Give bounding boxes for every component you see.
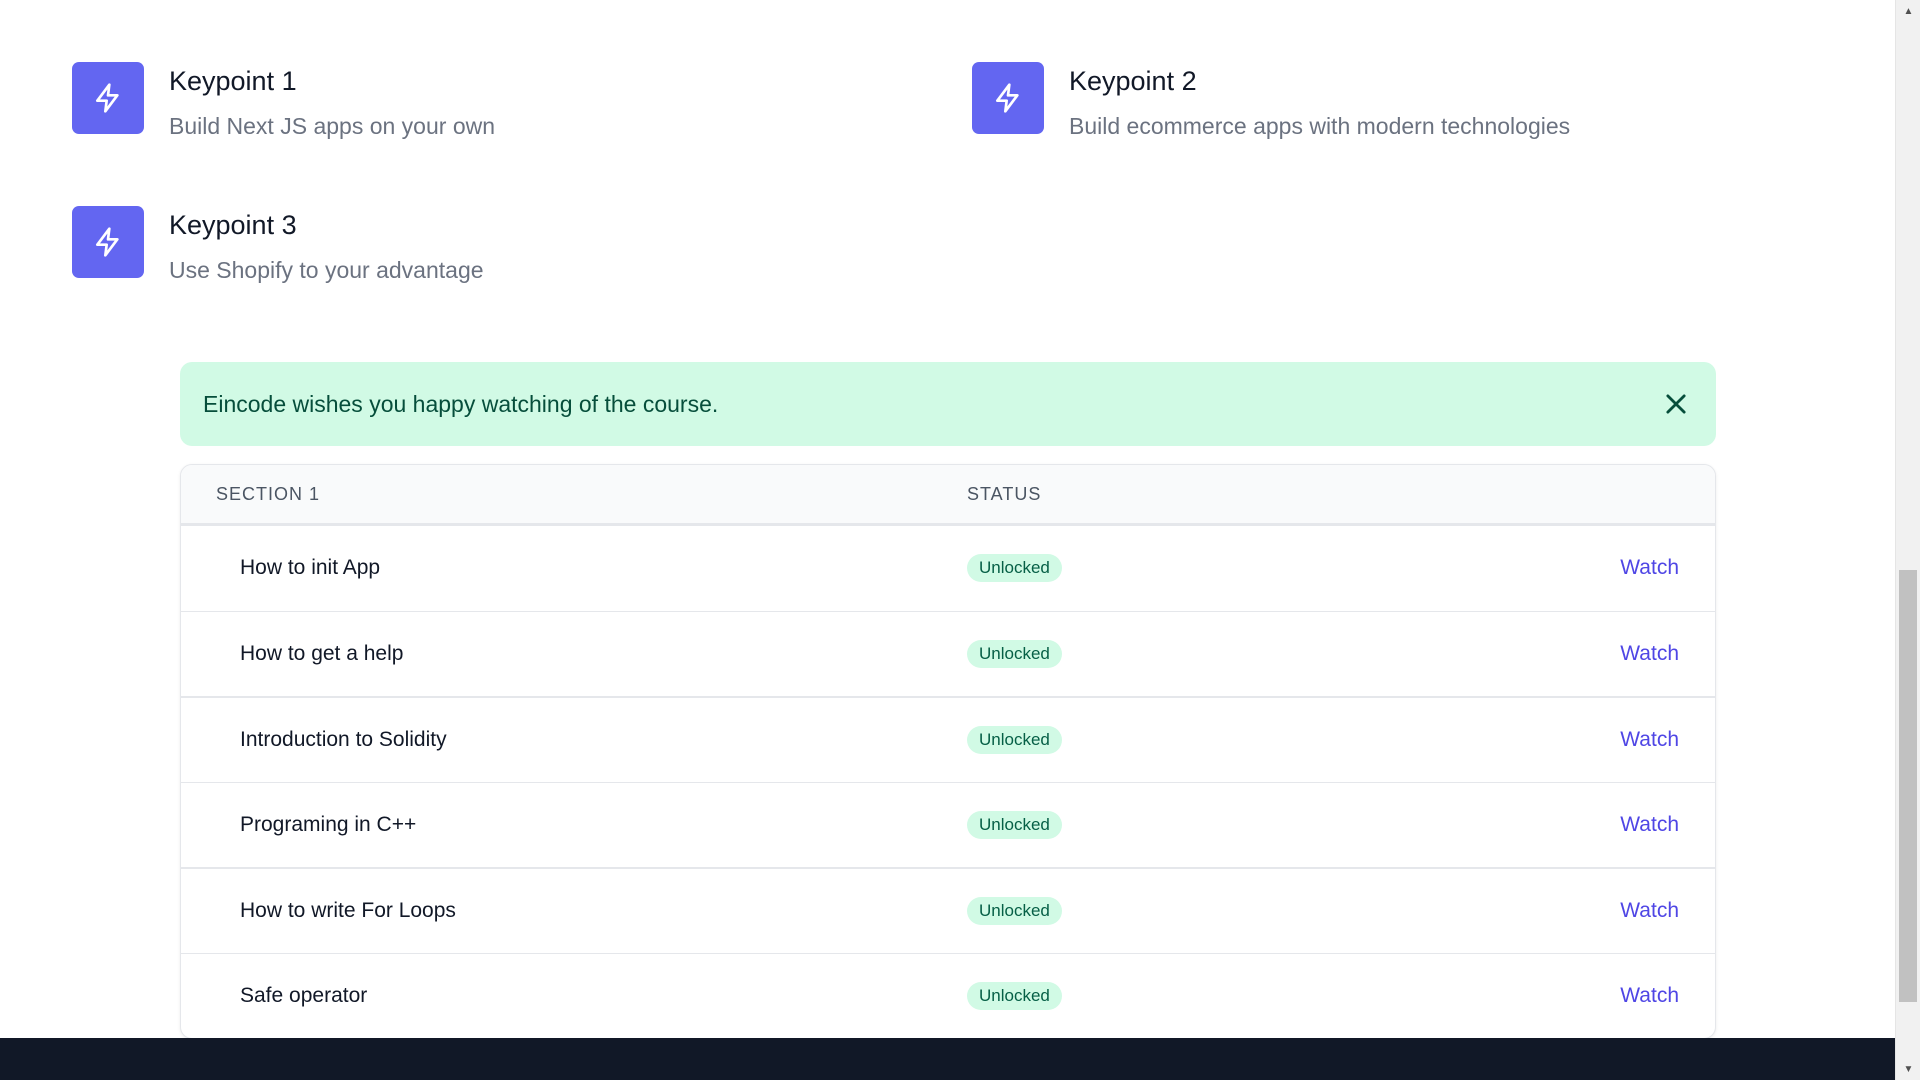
watch-link[interactable]: Watch (1620, 728, 1679, 751)
lecture-title: How to get a help (240, 641, 404, 665)
status-badge: Unlocked (967, 725, 1062, 754)
lightning-bolt-icon (972, 62, 1044, 134)
watch-link[interactable]: Watch (1620, 899, 1679, 922)
status-badge: Unlocked (967, 981, 1062, 1010)
table-row: How to init App Unlocked Watch (181, 525, 1715, 611)
scrollbar-thumb[interactable] (1899, 570, 1917, 1002)
page-footer (0, 1038, 1895, 1080)
table-row: How to write For Loops Unlocked Watch (181, 867, 1715, 953)
keypoint-title: Keypoint 3 (169, 210, 297, 240)
table-row: How to get a help Unlocked Watch (181, 610, 1715, 697)
lecture-title: Introduction to Solidity (240, 727, 447, 751)
status-badge: Unlocked (967, 639, 1062, 668)
scroll-down-icon[interactable]: ▼ (1896, 1058, 1920, 1080)
alert-message: Eincode wishes you happy watching of the… (203, 390, 719, 417)
keypoint-description: Build ecommerce apps with modern technol… (1069, 113, 1571, 139)
table-row: Introduction to Solidity Unlocked Watch (181, 696, 1715, 782)
success-alert: Eincode wishes you happy watching of the… (180, 362, 1716, 446)
status-badge: Unlocked (967, 554, 1062, 583)
column-header-section: SECTION 1 (216, 483, 321, 504)
keypoint-title: Keypoint 2 (1069, 66, 1197, 96)
scroll-up-icon[interactable]: ▲ (1896, 0, 1920, 22)
keypoint-item: Keypoint 3 Use Shopify to your advantage (72, 206, 484, 286)
lightning-bolt-icon (72, 62, 144, 134)
close-icon[interactable] (1659, 387, 1693, 421)
lecture-title: Safe operator (240, 983, 368, 1007)
table-row: Programing in C++ Unlocked Watch (181, 781, 1715, 868)
lecture-title: How to init App (240, 556, 381, 580)
keypoint-item: Keypoint 1 Build Next JS apps on your ow… (72, 62, 495, 142)
status-badge: Unlocked (967, 896, 1062, 925)
lecture-title: How to write For Loops (240, 898, 456, 922)
keypoint-item: Keypoint 2 Build ecommerce apps with mod… (972, 62, 1570, 142)
keypoints-section: Keypoint 1 Build Next JS apps on your ow… (72, 62, 1872, 302)
watch-link[interactable]: Watch (1620, 556, 1679, 579)
table-header: SECTION 1 STATUS (181, 465, 1715, 525)
column-header-status: STATUS (967, 483, 1042, 504)
keypoint-description: Use Shopify to your advantage (169, 257, 484, 283)
keypoint-description: Build Next JS apps on your own (169, 113, 496, 139)
watch-link[interactable]: Watch (1620, 642, 1679, 665)
keypoint-title: Keypoint 1 (169, 66, 297, 96)
status-badge: Unlocked (967, 810, 1062, 839)
watch-link[interactable]: Watch (1620, 813, 1679, 836)
watch-link[interactable]: Watch (1620, 984, 1679, 1007)
lecture-title: Programing in C++ (240, 812, 417, 836)
lectures-table: SECTION 1 STATUS How to init App Unlocke… (180, 464, 1716, 1039)
vertical-scrollbar[interactable]: ▲ ▼ (1895, 0, 1920, 1080)
lightning-bolt-icon (72, 206, 144, 278)
table-row: Safe operator Unlocked Watch (181, 952, 1715, 1039)
